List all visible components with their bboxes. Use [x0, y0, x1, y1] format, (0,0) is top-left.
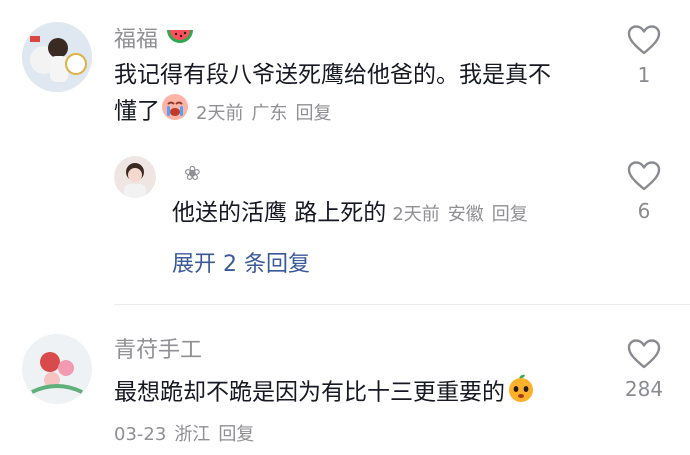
- avatar[interactable]: [22, 22, 92, 92]
- comment-time: 2天前: [392, 204, 440, 225]
- like-count: 1: [637, 63, 651, 87]
- avatar[interactable]: [114, 156, 156, 198]
- comment-meta: 2天前 安徽 回复: [392, 204, 535, 225]
- reply-button[interactable]: 回复: [295, 103, 331, 124]
- comment-text: 我记得有段八爷送死鹰给他爸的。我是真不 懂了 2天前 广东 回复: [114, 58, 594, 132]
- heart-icon: [627, 25, 661, 55]
- heart-icon: [627, 161, 661, 191]
- comment-location: 浙江: [174, 424, 211, 445]
- comment-username[interactable]: 青苻手工: [114, 336, 202, 366]
- avatar[interactable]: [22, 334, 92, 404]
- like-count: 284: [624, 377, 664, 401]
- comment-meta: 2天前 广东 回复: [196, 103, 339, 124]
- comment-text: 他送的活鹰 路上死的 2天前 安徽 回复: [172, 196, 536, 232]
- divider: [114, 304, 690, 305]
- like-button[interactable]: [624, 160, 664, 196]
- comment-username[interactable]: 福福: [114, 24, 195, 57]
- expand-replies-button[interactable]: 展开 2 条回复: [172, 246, 310, 278]
- reply-button[interactable]: 回复: [492, 204, 528, 225]
- heart-icon: [627, 339, 661, 369]
- reply-button[interactable]: 回复: [218, 424, 254, 445]
- comment-time: 03-23: [114, 424, 167, 445]
- comment-location: 安徽: [447, 204, 484, 225]
- comment-time: 2天前: [196, 102, 244, 124]
- like-button[interactable]: [624, 338, 664, 374]
- crying-emoji-icon: [160, 92, 190, 132]
- watermelon-icon: [165, 24, 195, 57]
- comment-location: 广东: [251, 102, 288, 124]
- comment-text: 最想跪却不跪是因为有比十三更重要的: [114, 372, 537, 414]
- comment-meta: 03-23 浙江 回复: [114, 420, 254, 446]
- like-button[interactable]: [624, 24, 664, 60]
- like-count: 6: [637, 199, 651, 223]
- comment-username[interactable]: ❀: [184, 158, 201, 188]
- orange-emoji-icon: [505, 372, 537, 414]
